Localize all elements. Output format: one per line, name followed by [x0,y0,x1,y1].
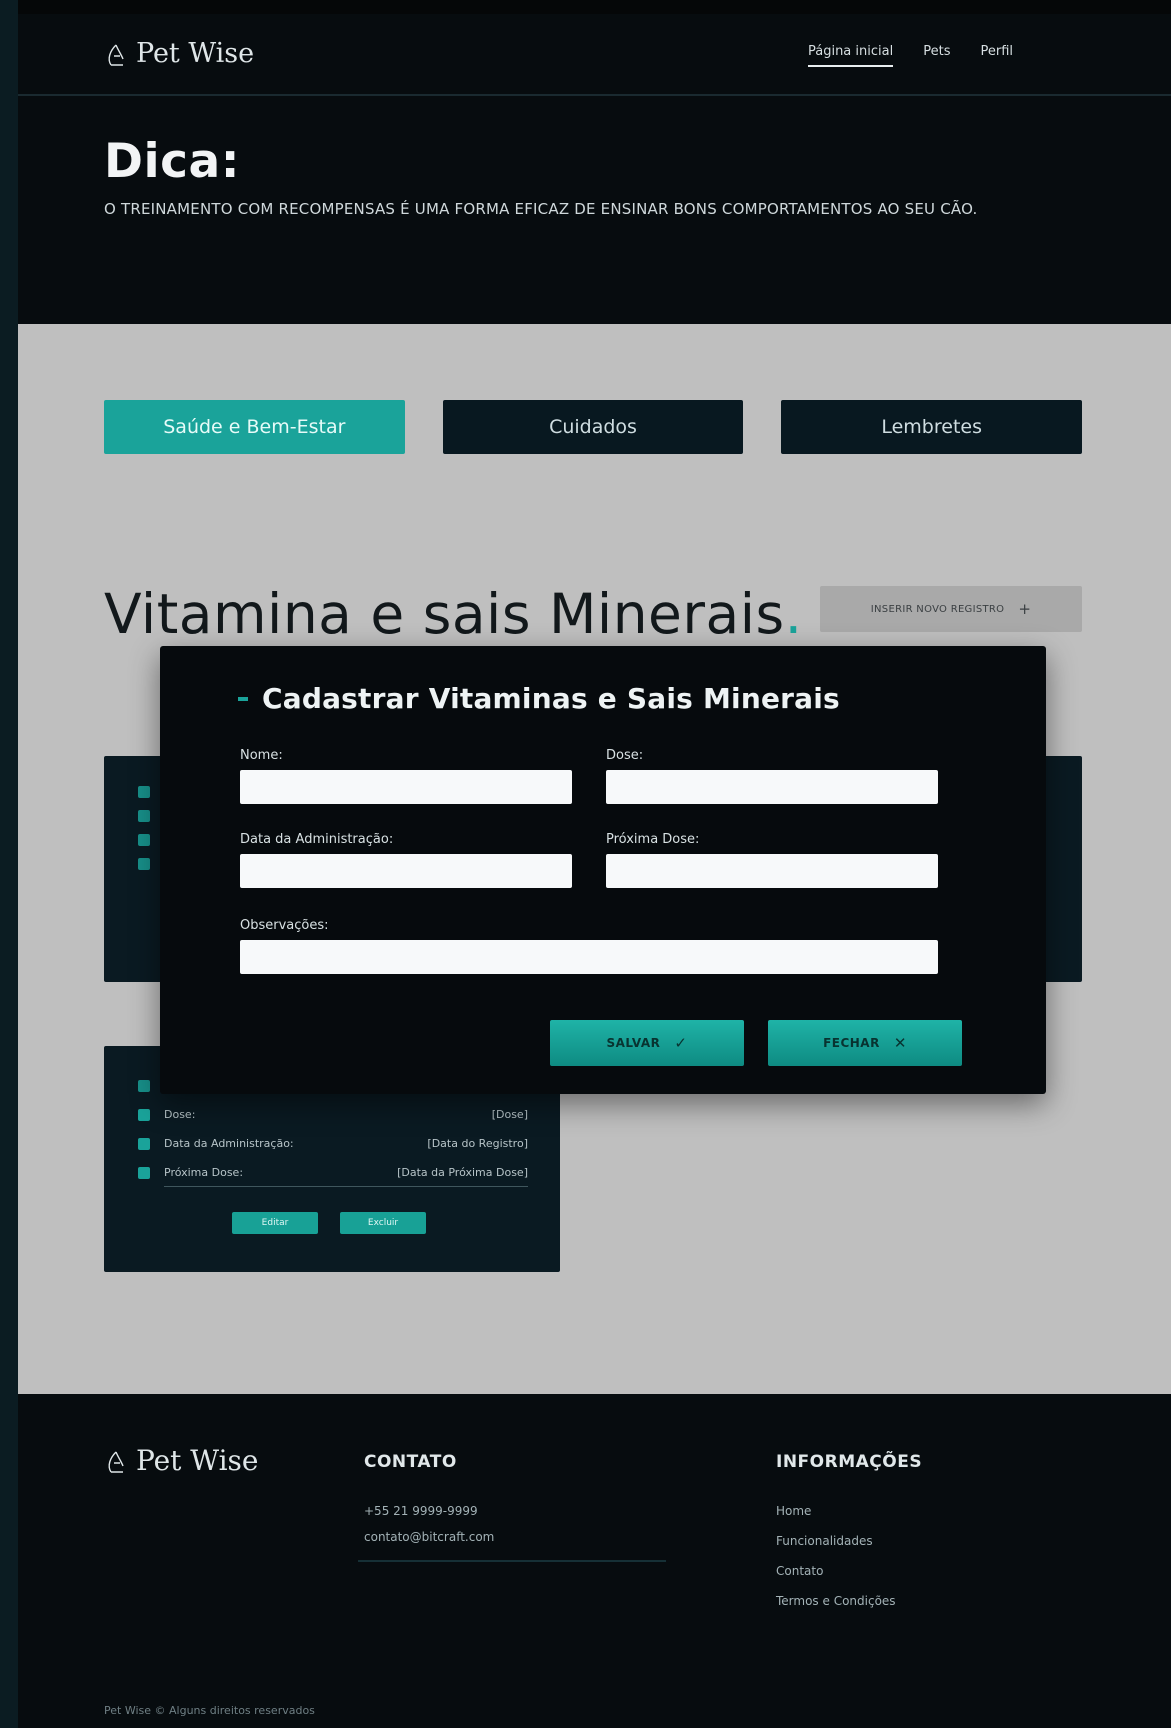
pet-wise-logo-icon [108,44,124,66]
contact-phone: +55 21 9999-9999 [364,1504,478,1518]
card-icon-list [138,786,150,870]
tip-banner: Dica: O treinamento com recompensas é um… [104,134,1094,221]
record-row-admin-date: Data da Administração: [Data do Registro… [138,1137,528,1150]
tab-reminders[interactable]: Lembretes [781,400,1083,454]
page: Pet Wise Página inicial Pets Perfil Dica… [18,14,1171,1728]
check-icon: ✓ [674,1034,688,1052]
insert-new-record-button[interactable]: INSERIR NOVO REGISTRO + [820,586,1082,632]
tab-care[interactable]: Cuidados [442,400,744,454]
pill-icon [138,1080,150,1092]
footer-brand-name: Pet Wise [136,1444,259,1477]
admin-date-input[interactable] [240,854,572,888]
name-input[interactable] [240,770,572,804]
admin-date-label: Data da Administração: [240,832,394,847]
record-label: Próxima Dose: [164,1166,244,1179]
delete-button[interactable]: Excluir [340,1212,426,1234]
plus-icon: + [1018,600,1032,618]
close-button[interactable]: FECHAR ✕ [768,1020,962,1066]
close-label: FECHAR [823,1036,880,1050]
brand-logo[interactable]: Pet Wise [104,38,254,69]
info-heading: INFORMAÇÕES [776,1452,923,1472]
tip-text: O treinamento com recompensas é uma form… [104,200,978,218]
pill-icon [138,786,150,798]
contact-heading: CONTATO [364,1452,457,1472]
delete-label: Excluir [367,1218,399,1228]
tab-health-wellbeing[interactable]: Saúde e Bem-Estar [104,400,405,454]
record-row-dose: Dose: [Dose] [138,1108,528,1121]
footer-divider [358,1560,666,1562]
calendar-icon [138,834,150,846]
modal-title-text: Cadastrar Vitaminas e Sais Minerais [262,682,840,715]
footer: Pet Wise CONTATO +55 21 9999-9999 contat… [18,1394,1171,1728]
header: Pet Wise Página inicial Pets Perfil [18,14,1171,96]
contact-email[interactable]: contato@bitcraft.com [364,1530,494,1544]
brand-name: Pet Wise [136,38,255,69]
main-nav: Página inicial Pets Perfil [807,44,1013,67]
edit-label: Editar [261,1218,289,1228]
section-title: Vitamina e sais Minerais. [104,582,803,646]
calendar-icon [138,1137,150,1150]
category-tabs: Saúde e Bem-Estar Cuidados Lembretes [104,400,1083,454]
record-value: [Dose] [491,1108,528,1121]
record-value: [Data do Registro] [427,1137,528,1150]
calendar-icon [138,1166,150,1179]
tip-heading: Dica: [104,134,240,189]
nav-link-home[interactable]: Página inicial [807,44,894,67]
record-value: [Data da Próxima Dose] [397,1166,528,1179]
calendar-icon [138,1108,150,1121]
window-top-bar [0,0,1171,14]
record-label: Data da Administração: [164,1137,294,1150]
section-title-dot: . [784,582,803,646]
edit-button[interactable]: Editar [232,1212,318,1234]
name-label: Nome: [240,748,283,763]
notes-label: Observações: [240,918,329,933]
calendar-icon [138,858,150,870]
card-divider [164,1186,528,1187]
footer-link-contact[interactable]: Contato [776,1564,823,1578]
dose-label: Dose: [606,748,644,763]
register-vitamins-modal: Cadastrar Vitaminas e Sais Minerais Nome… [160,646,1046,1094]
footer-link-home[interactable]: Home [776,1504,811,1518]
insert-new-record-label: INSERIR NOVO REGISTRO [870,603,1005,615]
footer-logo[interactable]: Pet Wise [104,1444,259,1477]
close-icon: ✕ [893,1034,907,1052]
dose-input[interactable] [606,770,938,804]
record-label: Dose: [164,1108,196,1121]
record-row-next-dose: Próxima Dose: [Data da Próxima Dose] [138,1166,528,1179]
nav-link-pets[interactable]: Pets [923,44,950,67]
nav-link-profile[interactable]: Perfil [980,44,1013,67]
pet-wise-logo-icon [108,1451,124,1473]
next-dose-input[interactable] [606,854,938,888]
calendar-icon [138,810,150,822]
window-left-bar [0,0,18,1728]
next-dose-label: Próxima Dose: [606,832,700,847]
footer-link-terms[interactable]: Termos e Condições [776,1594,896,1608]
copyright: Pet Wise © Alguns direitos reservados [104,1704,315,1717]
save-button[interactable]: SALVAR ✓ [550,1020,744,1066]
modal-title: Cadastrar Vitaminas e Sais Minerais [238,682,840,715]
section-title-text: Vitamina e sais Minerais [104,582,785,646]
footer-link-features[interactable]: Funcionalidades [776,1534,873,1548]
title-accent-bar [238,696,248,701]
notes-input[interactable] [240,940,938,974]
save-label: SALVAR [606,1036,661,1050]
